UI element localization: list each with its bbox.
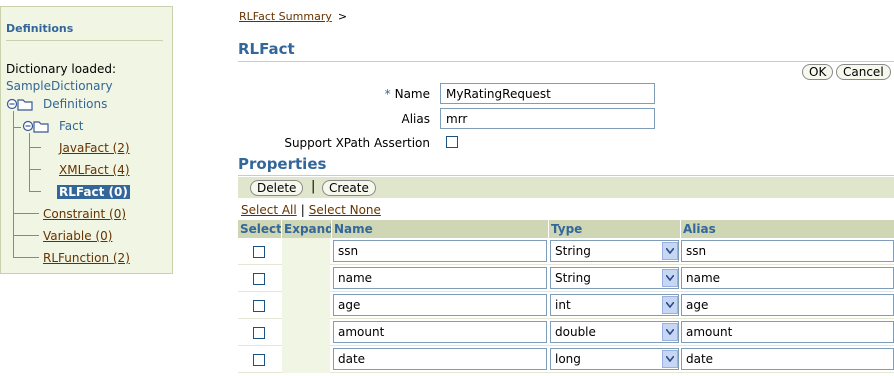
col-header-select: Select bbox=[238, 220, 282, 238]
tree-connector bbox=[29, 191, 41, 192]
select-links: Select All | Select None bbox=[241, 203, 381, 217]
properties-title: Properties bbox=[238, 155, 894, 176]
name-label-text: Name bbox=[394, 87, 430, 101]
chevron-down-icon[interactable] bbox=[662, 350, 678, 368]
dictionary-name: SampleDictionary bbox=[6, 79, 113, 93]
property-type-select[interactable]: String bbox=[550, 240, 679, 262]
tree-connector bbox=[13, 213, 39, 214]
row-select-checkbox[interactable] bbox=[253, 300, 265, 312]
tree-node-rlfunction[interactable]: RLFunction (2) bbox=[43, 251, 130, 265]
chevron-down-icon[interactable] bbox=[662, 323, 678, 341]
expand-cell bbox=[282, 346, 330, 373]
tree-connector bbox=[13, 257, 39, 258]
tree-node-variable[interactable]: Variable (0) bbox=[43, 229, 112, 243]
constraint-link[interactable]: Constraint (0) bbox=[43, 207, 126, 221]
expand-cell bbox=[282, 319, 330, 346]
tree-connector bbox=[29, 169, 41, 170]
property-type-select[interactable]: double bbox=[550, 321, 679, 343]
expand-cell bbox=[282, 238, 330, 265]
property-alias-input[interactable]: name bbox=[681, 267, 894, 289]
collapse-folder-icon[interactable] bbox=[6, 97, 34, 111]
col-header-type: Type bbox=[548, 220, 680, 238]
alias-field[interactable] bbox=[440, 108, 655, 129]
chevron-down-icon[interactable] bbox=[662, 296, 678, 314]
xmlfact-link[interactable]: XMLFact (4) bbox=[59, 163, 130, 177]
tree-connector bbox=[13, 127, 21, 128]
javafact-link[interactable]: JavaFact (2) bbox=[59, 141, 130, 155]
row-select-checkbox[interactable] bbox=[253, 246, 265, 258]
property-name-input[interactable]: age bbox=[333, 294, 547, 316]
property-type-select[interactable]: int bbox=[550, 294, 679, 316]
property-alias-input[interactable]: amount bbox=[681, 321, 894, 343]
col-header-expand: Expand bbox=[281, 220, 334, 238]
tree-node-fact[interactable]: Fact bbox=[59, 119, 83, 133]
tree-connector bbox=[29, 133, 30, 191]
cancel-button[interactable]: Cancel bbox=[836, 64, 891, 80]
dictionary-loaded-label: Dictionary loaded: bbox=[6, 62, 117, 76]
property-type-select[interactable]: long bbox=[550, 348, 679, 370]
definitions-sidebar: Definitions Dictionary loaded: SampleDic… bbox=[0, 6, 173, 274]
tree-node-rlfact-selected[interactable]: RLFact (0) bbox=[57, 185, 130, 199]
property-name-input[interactable]: amount bbox=[333, 321, 547, 343]
select-none-link[interactable]: Select None bbox=[309, 203, 381, 217]
variable-link[interactable]: Variable (0) bbox=[43, 229, 112, 243]
breadcrumb-separator: > bbox=[337, 10, 348, 23]
tree-node-javafact[interactable]: JavaFact (2) bbox=[59, 141, 130, 155]
breadcrumb-rlfact-summary-link[interactable]: RLFact Summary bbox=[239, 10, 332, 23]
delete-button[interactable]: Delete bbox=[250, 180, 304, 196]
chevron-down-icon[interactable] bbox=[662, 242, 678, 260]
col-header-alias: Alias bbox=[680, 220, 894, 238]
property-name-input[interactable]: date bbox=[333, 348, 547, 370]
tree-connector bbox=[13, 235, 39, 236]
alias-label: Alias bbox=[401, 112, 430, 126]
create-button[interactable]: Create bbox=[322, 180, 376, 196]
tree-node-xmlfact[interactable]: XMLFact (4) bbox=[59, 163, 130, 177]
property-alias-input[interactable]: date bbox=[681, 348, 894, 370]
property-alias-input[interactable]: ssn bbox=[681, 240, 894, 262]
property-name-input[interactable]: ssn bbox=[333, 240, 547, 262]
tree-node-constraint[interactable]: Constraint (0) bbox=[43, 207, 126, 221]
select-links-separator: | bbox=[300, 203, 305, 217]
chevron-down-icon[interactable] bbox=[662, 269, 678, 287]
tree-connector bbox=[29, 147, 41, 148]
required-marker: * bbox=[384, 87, 391, 101]
sidebar-title: Definitions bbox=[6, 22, 163, 41]
xpath-assertion-label: Support XPath Assertion bbox=[284, 136, 430, 150]
tree-connector bbox=[13, 111, 14, 127]
select-all-link[interactable]: Select All bbox=[241, 203, 297, 217]
collapse-folder-icon[interactable] bbox=[22, 119, 50, 133]
name-field[interactable] bbox=[440, 83, 655, 104]
property-alias-input[interactable]: age bbox=[681, 294, 894, 316]
toolbar-separator: | bbox=[311, 179, 316, 194]
property-name-input[interactable]: name bbox=[333, 267, 547, 289]
row-select-checkbox[interactable] bbox=[253, 273, 265, 285]
breadcrumb: RLFact Summary > bbox=[239, 10, 347, 23]
expand-cell bbox=[282, 265, 330, 292]
name-label: * Name bbox=[360, 87, 430, 101]
expand-cell bbox=[282, 292, 330, 319]
row-select-checkbox[interactable] bbox=[253, 354, 265, 366]
xpath-assertion-checkbox[interactable] bbox=[446, 136, 458, 148]
tree-connector bbox=[13, 127, 14, 257]
tree-node-definitions[interactable]: Definitions bbox=[43, 97, 107, 111]
rlfunction-link[interactable]: RLFunction (2) bbox=[43, 251, 130, 265]
row-select-checkbox[interactable] bbox=[253, 327, 265, 339]
page-title: RLFact bbox=[238, 40, 894, 62]
property-type-select[interactable]: String bbox=[550, 267, 679, 289]
ok-button[interactable]: OK bbox=[802, 64, 834, 80]
col-header-name: Name bbox=[331, 220, 548, 238]
